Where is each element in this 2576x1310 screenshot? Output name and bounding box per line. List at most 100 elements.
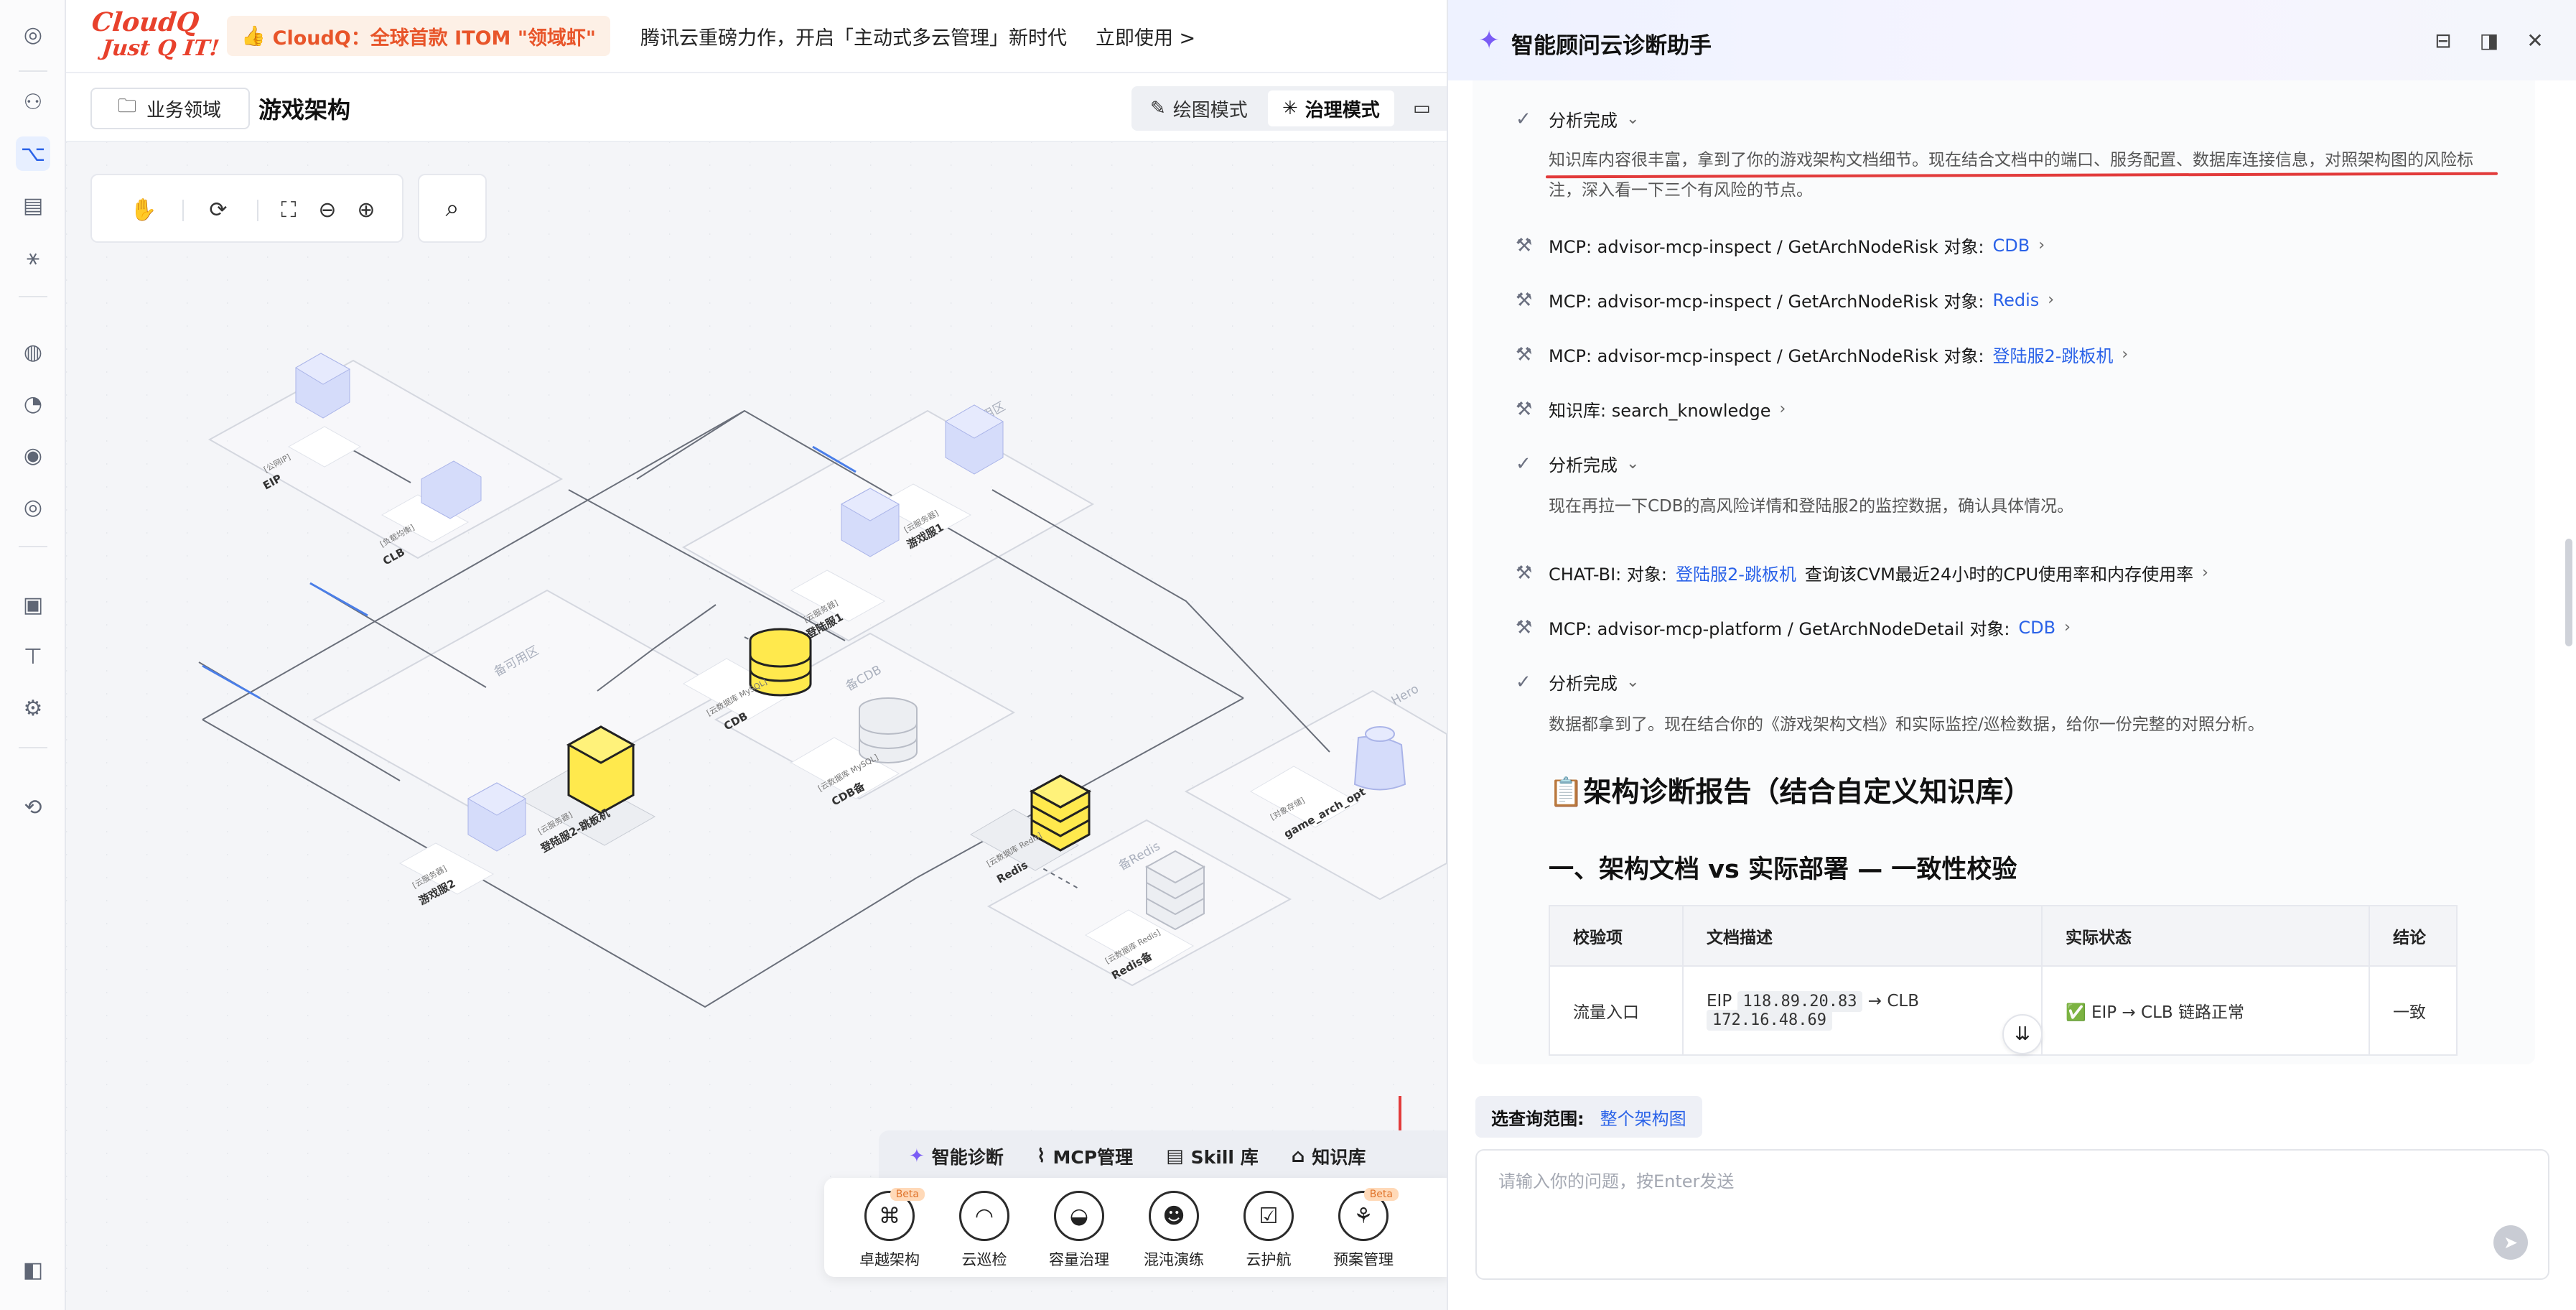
dock-item-plan[interactable]: Beta ⚘ 预案管理	[1324, 1188, 1403, 1270]
step-label: MCP: advisor-mcp-inspect / GetArchNodeRi…	[1549, 346, 1984, 366]
govern-mode-button[interactable]: ✳ 治理模式	[1268, 90, 1394, 126]
chat-input-box: ➤	[1475, 1149, 2549, 1280]
step-analysis-done[interactable]: ✓ 分析完成 ⌄	[1516, 106, 1639, 131]
scope-value[interactable]: 整个架构图	[1600, 1105, 1686, 1130]
table-header: 校验项	[1549, 905, 1684, 967]
tab-mcp-manage[interactable]: ⌇ MCP管理	[1024, 1143, 1146, 1169]
tool-icon: ⚒	[1516, 343, 1533, 366]
tool-icon: ⚒	[1516, 289, 1533, 311]
dock-item-capacity[interactable]: ◒ 容量治理	[1040, 1191, 1119, 1270]
chevron-down-icon: ⌄	[1626, 455, 1640, 473]
patrol-icon: ◠	[959, 1191, 1009, 1241]
fit-screen-icon[interactable]: ⛶	[273, 194, 304, 226]
thumbs-up-icon: 👍	[241, 25, 266, 47]
tab-skill-library[interactable]: ▤ Skill 库	[1153, 1143, 1271, 1169]
document-icon[interactable]: ▤	[16, 188, 50, 223]
table-header-row: 校验项 文档描述 实际状态 结论	[1549, 905, 2458, 967]
rail-divider	[19, 296, 47, 297]
chevron-right-icon: ›	[2202, 564, 2208, 582]
cloudq-logo: CloudQ Just Q IT!	[90, 4, 220, 68]
close-icon[interactable]: ✕	[2521, 26, 2549, 55]
gauge-icon[interactable]: ◔	[16, 386, 50, 421]
beta-badge: Beta	[890, 1188, 925, 1201]
shield-icon[interactable]: ◍	[16, 335, 50, 369]
promo-pill[interactable]: 👍 CloudQ：全球首款 ITOM "领域虾"	[227, 16, 610, 56]
hand-pan-icon[interactable]: ✋	[128, 194, 159, 226]
panel-header: ✦ 智能顾问云诊断助手 ⊟ ◨ ✕	[1448, 0, 2576, 80]
step-chatbi[interactable]: ⚒ CHAT-BI: 对象: 登陆服2-跳板机 查询该CVM最近24小时的CPU…	[1516, 560, 2208, 585]
step-analysis-done[interactable]: ✓ 分析完成 ⌄	[1516, 451, 1640, 476]
step-target-link[interactable]: CDB	[1992, 236, 2030, 256]
settings-icon[interactable]: ⚙	[16, 691, 50, 725]
analysis-paragraph-3: 数据都拿到了。现在结合你的《游戏架构文档》和实际监控/巡检数据，给你一份完整的对…	[1549, 715, 2264, 734]
step-mcp-login2[interactable]: ⚒ MCP: advisor-mcp-inspect / GetArchNode…	[1516, 342, 2128, 367]
zoom-out-icon[interactable]: ⊖	[312, 194, 343, 226]
send-button[interactable]: ➤	[2493, 1225, 2528, 1260]
step-knowledge-search[interactable]: ⚒ 知识库: search_knowledge ›	[1516, 396, 1786, 422]
promo-text: 腾讯云重磅力作，开启「主动式多云管理」新时代	[640, 27, 1067, 50]
dock-item-patrol[interactable]: ◠ 云巡检	[945, 1191, 1024, 1270]
logo-line2: Just Q IT!	[101, 36, 221, 61]
dock-item-architecture[interactable]: Beta ⌘ 卓越架构	[850, 1188, 929, 1270]
architecture-tree-icon[interactable]: ⌥	[16, 136, 50, 171]
chip-icon[interactable]: ◎	[16, 490, 50, 524]
user-icon[interactable]: ⚇	[16, 85, 50, 119]
search-icon: ⌕	[445, 194, 459, 223]
list-icon[interactable]: ▣	[16, 587, 50, 622]
tab-mcp-manage-label: MCP管理	[1053, 1147, 1134, 1168]
rail-divider	[19, 70, 47, 72]
chat-transcript[interactable]: ✓ 分析完成 ⌄ 知识库内容很丰富，拿到了你的游戏架构文档细节。现在结合文档中的…	[1473, 80, 2535, 1064]
capacity-icon: ◒	[1054, 1191, 1104, 1241]
chevron-down-icon: ⌄	[1626, 673, 1640, 691]
tool-icon: ⚒	[1516, 398, 1533, 420]
topology-icon[interactable]: ⚹	[16, 240, 50, 274]
step-target-link[interactable]: 登陆服2-跳板机	[1992, 342, 2113, 367]
table-cell-status: ✅ EIP → CLB 链路正常	[2041, 965, 2370, 1056]
query-scope-chip[interactable]: 选查询范围: 整个架构图	[1475, 1096, 1702, 1138]
scroll-to-bottom-button[interactable]: ⇊	[2002, 1014, 2043, 1054]
business-domain-label: 业务领域	[146, 99, 222, 121]
dock-item-escort[interactable]: ☑ 云护航	[1229, 1191, 1308, 1270]
tab-smart-diagnosis[interactable]: ✦ 智能诊断	[896, 1143, 1017, 1169]
step-mcp-redis[interactable]: ⚒ MCP: advisor-mcp-inspect / GetArchNode…	[1516, 287, 2055, 312]
dock-panel-icon[interactable]: ◨	[2475, 26, 2503, 55]
step-suffix: 查询该CVM最近24小时的CPU使用率和内存使用率	[1804, 565, 2194, 585]
step-target-link[interactable]: Redis	[1992, 290, 2039, 310]
zone-left	[207, 359, 564, 559]
promo-banner: CloudQ Just Q IT! 👍 CloudQ：全球首款 ITOM "领域…	[66, 0, 1447, 73]
dock-item-label: 云护航	[1246, 1251, 1292, 1268]
folder-icon: 🗀	[118, 96, 137, 117]
draw-mode-label: 绘图模式	[1172, 99, 1248, 121]
architecture-canvas[interactable]: 主可用区 备可用区 备CDB 备Redis Hero	[66, 73, 1447, 1310]
history-icon[interactable]: ⊟	[2429, 26, 2458, 55]
zone-standby	[312, 589, 729, 822]
chevron-right-icon: ›	[2048, 291, 2055, 309]
feature-dock: Beta ⌘ 卓越架构 ◠ 云巡检 ◒ 容量治理 ☻ 混沌演练 ☑ 云护航 Be…	[824, 1178, 1449, 1277]
canvas-search-button[interactable]: ⌕	[418, 174, 487, 243]
business-domain-button[interactable]: 🗀 业务领域	[90, 88, 250, 129]
sync-icon[interactable]: ⟲	[16, 790, 50, 824]
step-target-link[interactable]: 登陆服2-跳板机	[1676, 560, 1796, 585]
sidebar-toggle-icon[interactable]: ◧	[16, 1253, 50, 1287]
promo-cta-link[interactable]: 立即使用 >	[1096, 22, 1195, 50]
step-target-link[interactable]: CDB	[2018, 618, 2055, 638]
chat-scrollbar[interactable]	[2565, 539, 2572, 646]
step-analysis-done[interactable]: ✓ 分析完成 ⌄	[1516, 669, 1640, 695]
step-mcp-cdb[interactable]: ⚒ MCP: advisor-mcp-inspect / GetArchNode…	[1516, 233, 2045, 258]
tab-knowledge-base[interactable]: ⌂ 知识库	[1279, 1143, 1379, 1169]
zoom-in-icon[interactable]: ⊕	[350, 194, 382, 226]
draw-mode-button[interactable]: ✎ 绘图模式	[1136, 90, 1262, 126]
dock-item-label: 混沌演练	[1144, 1251, 1204, 1268]
dock-item-chaos[interactable]: ☻ 混沌演练	[1134, 1191, 1213, 1270]
user-avatar-icon[interactable]: ◎	[16, 17, 50, 52]
chat-input[interactable]	[1497, 1171, 2488, 1192]
tab-knowledge-base-label: 知识库	[1312, 1147, 1366, 1168]
doc-mid: → CLB	[1867, 992, 1920, 1011]
target-icon[interactable]: ◉	[16, 438, 50, 473]
rotate-2d-icon[interactable]: ⟳	[202, 194, 234, 226]
doc-ip-2: 172.16.48.69	[1707, 1010, 1832, 1031]
brush-icon[interactable]: ⊤	[16, 639, 50, 674]
workspace-toolbar: 🗀 业务领域 游戏架构 ✎ 绘图模式 ✳ 治理模式 ▭	[66, 73, 1447, 142]
screen-mode-button[interactable]: ▭	[1399, 90, 1445, 126]
step-mcp-platform[interactable]: ⚒ MCP: advisor-mcp-platform / GetArchNod…	[1516, 615, 2071, 640]
